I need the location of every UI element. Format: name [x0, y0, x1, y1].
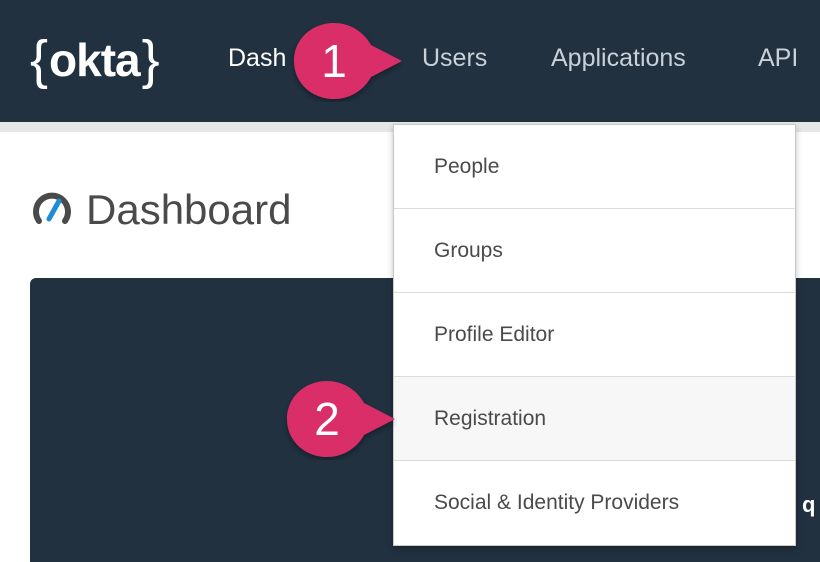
nav-users[interactable]: Users	[422, 44, 487, 73]
menu-item-groups[interactable]: Groups	[394, 209, 795, 293]
page-title: Dashboard	[30, 185, 291, 235]
nav-api[interactable]: API	[758, 44, 798, 73]
callout-step-2: 2	[277, 378, 397, 460]
page-title-text: Dashboard	[86, 186, 292, 233]
logo-left-brace: {	[30, 30, 48, 90]
menu-item-people[interactable]: People	[394, 125, 795, 209]
callout-step-1: 1	[284, 20, 404, 102]
speedometer-icon	[33, 192, 71, 224]
menu-item-registration[interactable]: Registration	[394, 377, 795, 461]
callout-number-2: 2	[314, 393, 340, 445]
nav-dashboard[interactable]: Dash	[228, 44, 286, 73]
top-navigation-bar: { okta } Dash Users Applications API	[0, 0, 820, 122]
menu-item-social-identity-providers[interactable]: Social & Identity Providers	[394, 461, 795, 545]
menu-item-profile-editor[interactable]: Profile Editor	[394, 293, 795, 377]
users-dropdown-menu: People Groups Profile Editor Registratio…	[393, 124, 796, 546]
callout-number-1: 1	[321, 35, 347, 87]
nav-applications[interactable]: Applications	[551, 44, 686, 73]
okta-logo[interactable]: { okta }	[28, 30, 161, 90]
logo-text: okta	[49, 34, 141, 86]
logo-right-brace: }	[141, 30, 160, 90]
panel-text-partial: q	[802, 492, 816, 517]
